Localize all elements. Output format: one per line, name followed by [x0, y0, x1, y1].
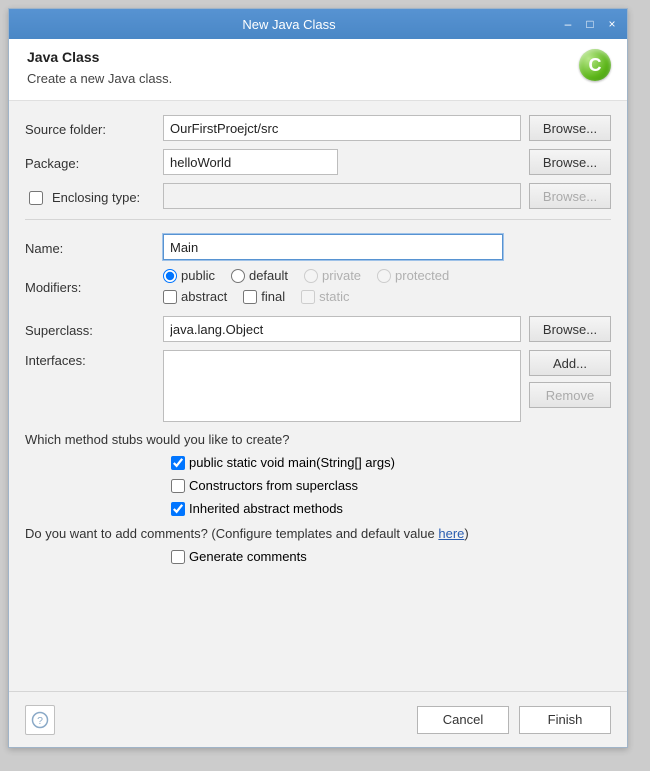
interfaces-add-button[interactable]: Add... — [529, 350, 611, 376]
modifiers-label: Modifiers: — [25, 277, 155, 295]
modifier-protected-radio: protected — [377, 268, 449, 283]
source-folder-input[interactable] — [163, 115, 521, 141]
package-label: Package: — [25, 153, 155, 171]
dialog-footer: ? Cancel Finish — [9, 691, 627, 747]
superclass-label: Superclass: — [25, 320, 155, 338]
modifier-abstract-checkbox[interactable]: abstract — [163, 289, 227, 304]
enclosing-type-label: Enclosing type: — [52, 190, 140, 205]
modifier-default-radio[interactable]: default — [231, 268, 288, 283]
interfaces-label: Interfaces: — [25, 350, 155, 368]
modifier-static-checkbox: static — [301, 289, 349, 304]
name-label: Name: — [25, 238, 155, 256]
help-icon: ? — [31, 711, 49, 729]
stubs-question: Which method stubs would you like to cre… — [25, 432, 611, 447]
stub-inherited-checkbox[interactable]: Inherited abstract methods — [171, 501, 611, 516]
enclosing-type-browse-button: Browse... — [529, 183, 611, 209]
page-title: Java Class — [27, 49, 609, 65]
interfaces-remove-button: Remove — [529, 382, 611, 408]
close-icon[interactable]: × — [605, 17, 619, 31]
source-folder-label: Source folder: — [25, 119, 155, 137]
stub-constructors-checkbox[interactable]: Constructors from superclass — [171, 478, 611, 493]
title-bar[interactable]: New Java Class – □ × — [9, 9, 627, 39]
source-folder-browse-button[interactable]: Browse... — [529, 115, 611, 141]
package-input[interactable] — [163, 149, 338, 175]
page-subtitle: Create a new Java class. — [27, 71, 609, 86]
stub-main-checkbox[interactable]: public static void main(String[] args) — [171, 455, 611, 470]
configure-templates-link[interactable]: here — [438, 526, 464, 541]
generate-comments-checkbox[interactable]: Generate comments — [171, 549, 611, 564]
name-input[interactable] — [163, 234, 503, 260]
modifier-public-radio[interactable]: public — [163, 268, 215, 283]
finish-button[interactable]: Finish — [519, 706, 611, 734]
interfaces-list[interactable] — [163, 350, 521, 422]
class-logo-icon: C — [579, 49, 611, 81]
svg-text:?: ? — [37, 714, 43, 726]
superclass-input[interactable] — [163, 316, 521, 342]
comments-question: Do you want to add comments? (Configure … — [25, 526, 611, 541]
minimize-icon[interactable]: – — [561, 17, 575, 31]
help-button[interactable]: ? — [25, 705, 55, 735]
enclosing-type-input — [163, 183, 521, 209]
dialog-window: New Java Class – □ × Java Class Create a… — [8, 8, 628, 748]
superclass-browse-button[interactable]: Browse... — [529, 316, 611, 342]
window-title: New Java Class — [17, 17, 561, 32]
dialog-header: Java Class Create a new Java class. C — [9, 39, 627, 101]
cancel-button[interactable]: Cancel — [417, 706, 509, 734]
modifier-final-checkbox[interactable]: final — [243, 289, 285, 304]
window-controls: – □ × — [561, 17, 619, 31]
modifier-private-radio: private — [304, 268, 361, 283]
package-browse-button[interactable]: Browse... — [529, 149, 611, 175]
maximize-icon[interactable]: □ — [583, 17, 597, 31]
separator — [25, 219, 611, 220]
dialog-body: Source folder: Browse... Package: Browse… — [9, 101, 627, 743]
enclosing-type-checkbox[interactable] — [29, 191, 43, 205]
